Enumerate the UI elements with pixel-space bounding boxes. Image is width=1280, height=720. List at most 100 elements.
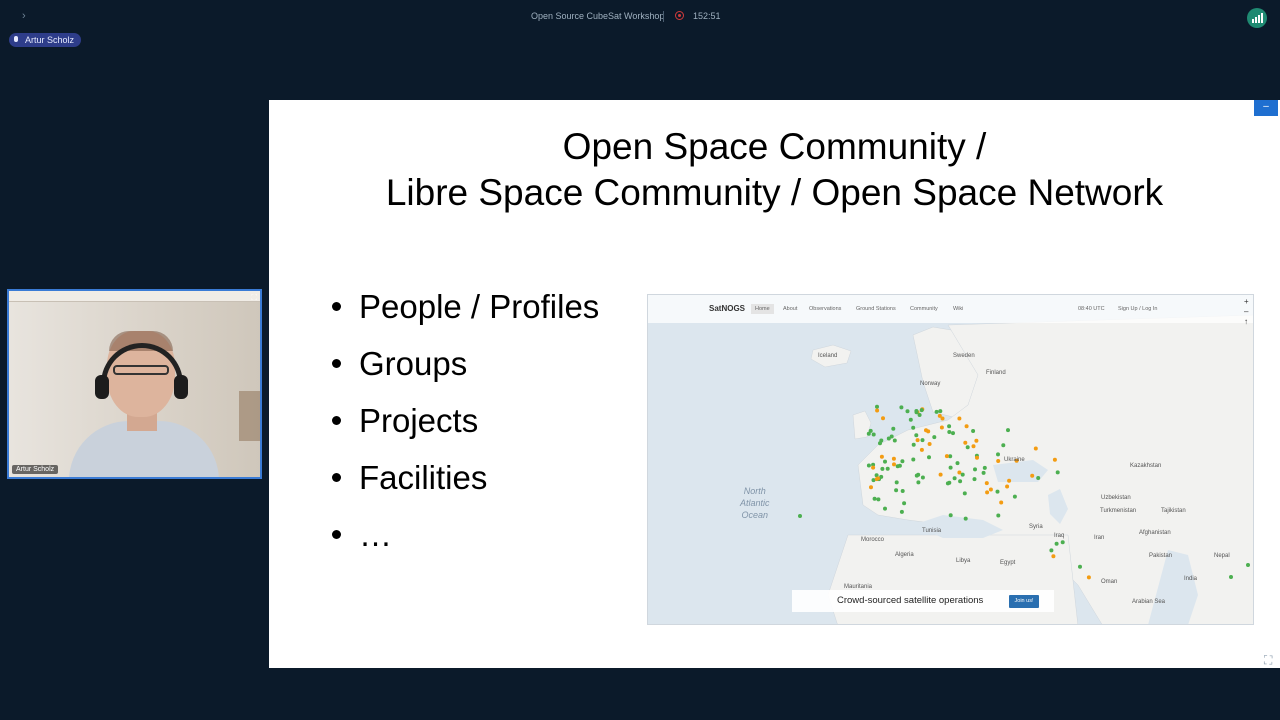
ground-station-marker (1049, 548, 1054, 553)
ground-station-marker (883, 459, 887, 464)
bullet-text: Projects (359, 402, 479, 439)
map-place-label: Ukraine (1004, 457, 1025, 463)
ground-station-marker (957, 470, 962, 475)
map-nav-community: Community (910, 306, 938, 312)
slide-title: Open Space Community / Libre Space Commu… (269, 124, 1280, 216)
map-place-label: Arabian Sea (1132, 599, 1166, 605)
ground-station-marker (1078, 564, 1082, 569)
ground-station-marker (940, 416, 945, 421)
ground-station-marker (963, 516, 968, 521)
ground-station-marker (914, 473, 919, 478)
shared-slide: Open Space Community / Libre Space Commu… (269, 100, 1280, 668)
ground-station-marker (975, 455, 979, 460)
ground-station-marker (1033, 446, 1038, 451)
map-place-label: Kazakhstan (1130, 463, 1162, 469)
map-nav-observations: Observations (809, 306, 842, 312)
ground-station-marker (905, 409, 910, 414)
ground-station-marker (955, 461, 960, 466)
map-place-label: Morocco (861, 537, 885, 543)
map-nav-about: About (783, 306, 798, 312)
ground-station-marker (948, 465, 953, 470)
ground-station-marker (948, 513, 953, 518)
map-navbar: SatNOGS Home About Observations Ground S… (648, 295, 1253, 323)
zoom-in-icon: + (1244, 297, 1249, 306)
map-place-label: Finland (986, 370, 1006, 376)
map-place-label: Uzbekistan (1101, 495, 1131, 501)
bullet-dot (332, 302, 341, 311)
fullscreen-icon[interactable]: ⛶ (1264, 653, 1272, 668)
bullet-dot (332, 473, 341, 482)
ground-station-marker (885, 466, 890, 471)
ground-station-marker (919, 408, 924, 413)
ground-station-marker (932, 435, 937, 440)
ground-station-marker (876, 476, 880, 481)
collapse-panel-button[interactable]: – (1254, 100, 1278, 116)
expand-video-icon[interactable]: ⛶ (251, 293, 257, 303)
ground-station-marker (984, 481, 989, 486)
ground-station-marker (911, 425, 916, 430)
map-nav-wiki: Wiki (953, 306, 964, 312)
signal-bars-icon[interactable] (1247, 8, 1267, 28)
ground-station-marker (938, 409, 943, 414)
ground-station-marker (879, 454, 884, 459)
ground-station-marker (920, 438, 925, 443)
headphones-right (174, 375, 188, 399)
ground-station-marker (892, 438, 897, 443)
ground-station-marker (914, 409, 919, 413)
ground-station-marker (917, 413, 922, 417)
ground-station-marker (902, 501, 907, 506)
ground-station-marker (996, 459, 1001, 463)
ground-station-marker (963, 440, 968, 445)
bullet-text: … (359, 516, 392, 553)
ground-station-marker (866, 431, 871, 436)
map-place-label: Libya (956, 558, 971, 564)
ground-station-marker (996, 513, 1001, 518)
map-place-label: Iran (1094, 535, 1105, 541)
sidebar-toggle-chevron-icon[interactable]: › (22, 10, 26, 22)
microphone-icon (14, 36, 18, 42)
ground-station-marker (1052, 457, 1057, 462)
ground-station-marker (973, 467, 977, 472)
join-us-button: Join us! (1009, 595, 1039, 608)
ground-station-marker (919, 447, 924, 452)
video-ceiling (9, 291, 260, 302)
map-place-label: Oman (1101, 579, 1118, 585)
slide-title-line-2: Libre Space Community / Open Space Netwo… (385, 172, 1164, 213)
ground-station-marker (891, 456, 896, 461)
bullet-text: Groups (359, 345, 468, 382)
map-place-label: Iraq (1054, 533, 1065, 539)
ground-station-marker (927, 442, 932, 446)
map-nav-home: Home (751, 304, 774, 314)
ground-station-marker (952, 476, 957, 481)
ground-station-marker (894, 488, 899, 493)
ground-station-marker (798, 514, 802, 518)
map-zoom-controls: + – ↑ (1244, 297, 1249, 327)
ground-station-marker (897, 463, 902, 468)
ground-station-marker (974, 438, 979, 443)
ground-station-marker (1051, 554, 1056, 559)
ground-station-marker (944, 454, 949, 459)
ground-station-marker (911, 457, 916, 462)
map-place-label: Algeria (895, 552, 914, 558)
ground-station-marker (981, 470, 986, 475)
ground-station-marker (875, 404, 879, 409)
ground-station-marker (996, 452, 1000, 457)
ground-station-marker (947, 424, 952, 429)
ground-station-marker (881, 416, 885, 421)
ground-station-marker (999, 500, 1004, 505)
satnogs-map-screenshot: SatNOGS Home About Observations Ground S… (647, 294, 1254, 625)
ground-station-marker (1055, 470, 1060, 475)
map-place-label: Syria (1029, 524, 1043, 530)
ground-station-marker (875, 408, 880, 413)
ground-station-marker (985, 490, 990, 495)
map-land-shapes (798, 314, 1253, 624)
participant-video-tile[interactable]: Artur Scholz ⛶ (7, 289, 262, 479)
meeting-title: Open Source CubeSat Workshop (531, 11, 665, 21)
ground-station-marker (900, 489, 905, 493)
participant-name-label: Artur Scholz (12, 465, 59, 474)
ground-station-marker (883, 506, 887, 511)
ground-station-marker (916, 480, 921, 485)
map-place-label: Turkmenistan (1100, 508, 1137, 514)
ground-station-marker (962, 491, 967, 496)
ground-station-marker (1005, 484, 1010, 489)
